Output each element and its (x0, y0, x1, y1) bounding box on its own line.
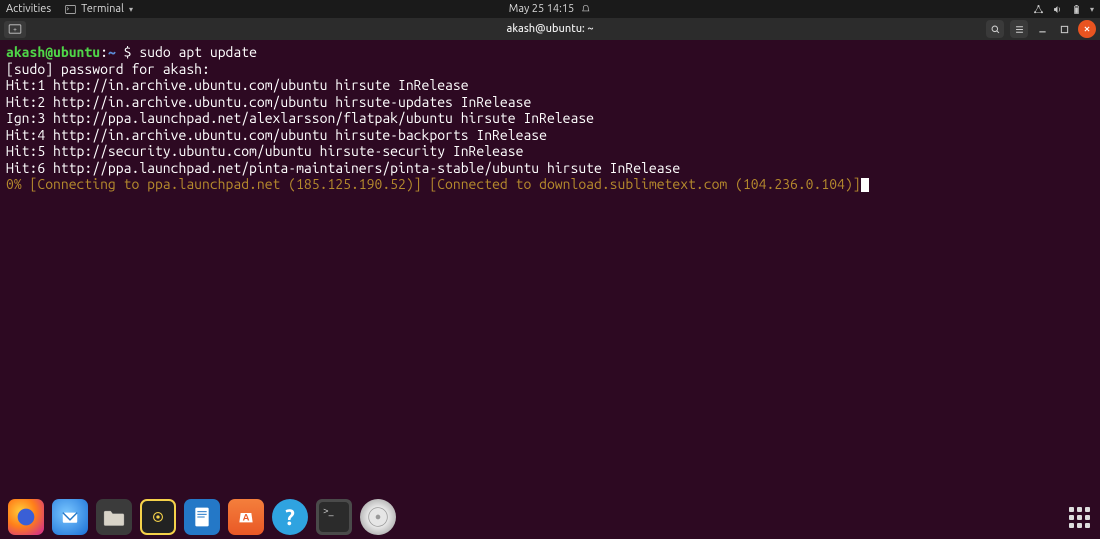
terminal-line: Hit:6 http://ppa.launchpad.net/pinta-mai… (6, 160, 680, 176)
network-icon (1033, 4, 1044, 15)
activities-button[interactable]: Activities (6, 3, 51, 15)
dock-software[interactable]: A (228, 499, 264, 535)
dock-thunderbird[interactable] (52, 499, 88, 535)
gnome-top-bar: Activities Terminal ▾ May 25 14:15 ▾ (0, 0, 1100, 18)
prompt-user: akash@ubuntu (6, 44, 100, 60)
search-button[interactable] (986, 20, 1004, 38)
terminal-progress-line: 0% [Connecting to ppa.launchpad.net (185… (6, 176, 861, 192)
dock-disk[interactable] (360, 499, 396, 535)
close-button[interactable] (1078, 20, 1096, 38)
prompt-path: ~ (108, 44, 116, 60)
window-titlebar: + akash@ubuntu: ~ (0, 18, 1100, 40)
volume-icon (1052, 4, 1063, 15)
clock[interactable]: May 25 14:15 (509, 3, 591, 15)
app-menu[interactable]: Terminal ▾ (65, 3, 133, 15)
terminal-icon: >_ (319, 502, 349, 532)
svg-text:+: + (13, 27, 17, 34)
system-status-area[interactable]: ▾ (1033, 4, 1094, 15)
prompt-symbol: $ (116, 44, 140, 60)
dock-rhythmbox[interactable] (140, 499, 176, 535)
hamburger-menu-button[interactable] (1010, 20, 1028, 38)
minimize-button[interactable] (1034, 20, 1050, 38)
maximize-button[interactable] (1056, 20, 1072, 38)
dock-help[interactable]: ? (272, 499, 308, 535)
app-menu-label: Terminal (81, 3, 124, 15)
svg-text:A: A (243, 511, 250, 522)
terminal-line: [sudo] password for akash: (6, 61, 210, 77)
terminal-pane[interactable]: akash@ubuntu:~ $ sudo apt update [sudo] … (0, 40, 1100, 539)
datetime-label: May 25 14:15 (509, 3, 574, 15)
battery-icon (1071, 4, 1082, 15)
terminal-line: Hit:2 http://in.archive.ubuntu.com/ubunt… (6, 94, 531, 110)
chevron-down-icon: ▾ (1090, 5, 1094, 14)
terminal-cursor (861, 178, 869, 192)
dock-files[interactable] (96, 499, 132, 535)
command-text: sudo apt update (139, 44, 257, 60)
chevron-down-icon: ▾ (129, 5, 133, 14)
notification-icon (580, 4, 591, 15)
terminal-line: Hit:5 http://security.ubuntu.com/ubuntu … (6, 143, 523, 159)
window-title: akash@ubuntu: ~ (506, 23, 593, 35)
terminal-line: Hit:4 http://in.archive.ubuntu.com/ubunt… (6, 127, 547, 143)
terminal-icon (65, 4, 76, 15)
dock-firefox[interactable] (8, 499, 44, 535)
dock: A ? >_ (0, 495, 1100, 539)
new-tab-button[interactable]: + (4, 21, 26, 38)
dock-terminal[interactable]: >_ (316, 499, 352, 535)
prompt-colon: : (100, 44, 108, 60)
terminal-line: Hit:1 http://in.archive.ubuntu.com/ubunt… (6, 77, 469, 93)
show-applications-button[interactable] (1066, 504, 1092, 530)
dock-writer[interactable] (184, 499, 220, 535)
terminal-line: Ign:3 http://ppa.launchpad.net/alexlarss… (6, 110, 594, 126)
